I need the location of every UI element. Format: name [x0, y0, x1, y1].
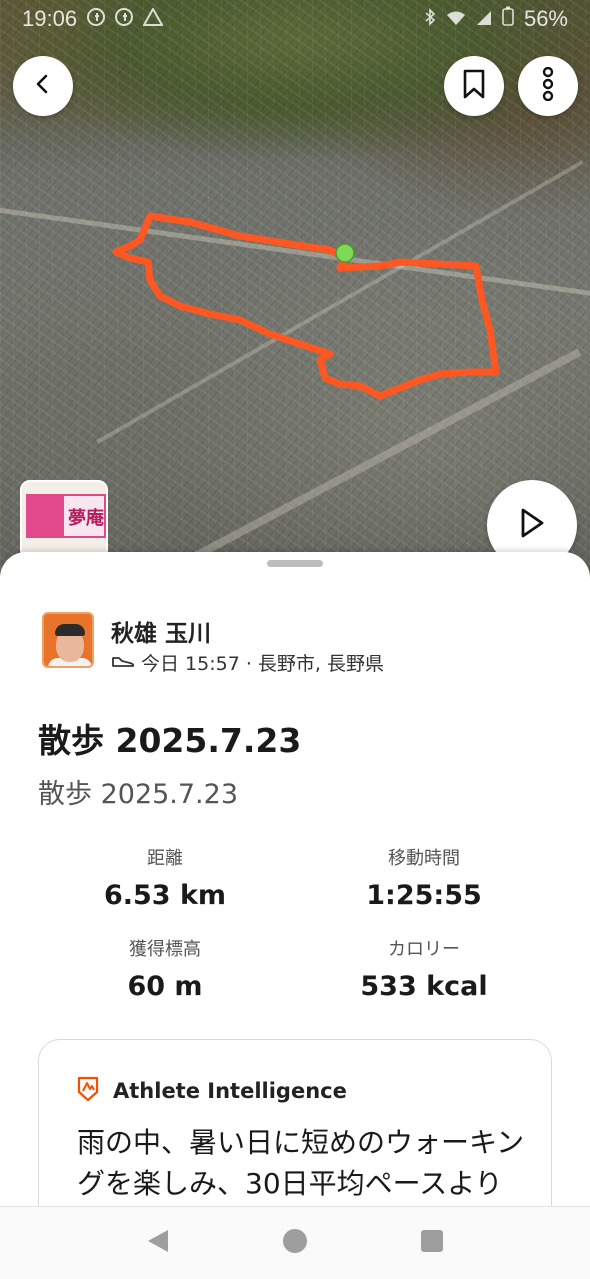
square-recents-icon — [420, 1229, 444, 1257]
athlete-intelligence-title: Athlete Intelligence — [113, 1079, 347, 1103]
route-map[interactable]: 夢庵 19:06 56% — [0, 0, 590, 580]
battery-percent: 56% — [523, 6, 568, 31]
bluetooth-icon — [424, 6, 436, 32]
more-vertical-icon — [541, 66, 555, 105]
stat-distance: 距離 6.53 km — [35, 844, 295, 911]
stat-label: 距離 — [147, 848, 183, 869]
sheet-drag-handle[interactable] — [267, 560, 323, 567]
nav-home-button[interactable] — [275, 1223, 315, 1263]
stat-label: カロリー — [388, 939, 460, 960]
back-button[interactable] — [13, 56, 73, 116]
photo-thumbnail[interactable]: 夢庵 — [20, 480, 108, 560]
start-marker — [335, 243, 355, 263]
activity-description: 散歩 2025.7.23 — [38, 779, 238, 810]
stat-elevation-gain: 獲得標高 60 m — [35, 935, 295, 1002]
stat-value: 533 kcal — [360, 971, 488, 1002]
stat-value: 6.53 km — [103, 880, 227, 911]
activity-meta: 今日 15:57 · 長野市, 長野県 — [111, 649, 384, 676]
facebook-icon — [115, 6, 134, 32]
stat-label: 獲得標高 — [129, 939, 201, 960]
status-time: 19:06 — [22, 6, 78, 31]
athlete-name[interactable]: 秋雄 玉川 — [111, 614, 211, 648]
system-nav-bar — [0, 1206, 590, 1279]
more-options-button[interactable] — [518, 56, 578, 116]
stat-label: 移動時間 — [388, 848, 460, 869]
stat-calories: カロリー 533 kcal — [294, 935, 554, 1002]
shoe-icon — [111, 652, 135, 674]
status-bar: 19:06 56% — [0, 0, 590, 38]
play-icon — [518, 507, 546, 543]
chevron-left-icon — [31, 72, 55, 100]
nav-recents-button[interactable] — [412, 1223, 452, 1263]
signal-icon — [476, 6, 492, 32]
triangle-back-icon — [146, 1228, 170, 1258]
wifi-icon — [446, 6, 466, 32]
stat-value: 60 m — [127, 971, 203, 1002]
avatar-hair — [55, 624, 85, 636]
nav-back-button[interactable] — [138, 1223, 178, 1263]
stat-moving-time: 移動時間 1:25:55 — [294, 844, 554, 911]
facebook-icon — [87, 6, 106, 32]
bookmark-button[interactable] — [444, 56, 504, 116]
activity-sheet: 秋雄 玉川 今日 15:57 · 長野市, 長野県 散歩 2025.7.23 散… — [0, 552, 590, 1279]
stat-value: 1:25:55 — [366, 880, 482, 911]
athlete-intelligence-header: Athlete Intelligence — [77, 1076, 347, 1106]
circle-home-icon — [282, 1228, 308, 1258]
activity-title: 散歩 2025.7.23 — [38, 721, 302, 760]
battery-icon — [502, 6, 514, 32]
warning-icon — [142, 6, 164, 32]
avatar[interactable] — [42, 612, 94, 668]
athlete-intelligence-icon — [77, 1076, 99, 1106]
activity-meta-text: 今日 15:57 · 長野市, 長野県 — [141, 653, 384, 675]
bookmark-icon — [461, 69, 487, 103]
thumbnail-sign-text: 夢庵 — [68, 508, 104, 529]
